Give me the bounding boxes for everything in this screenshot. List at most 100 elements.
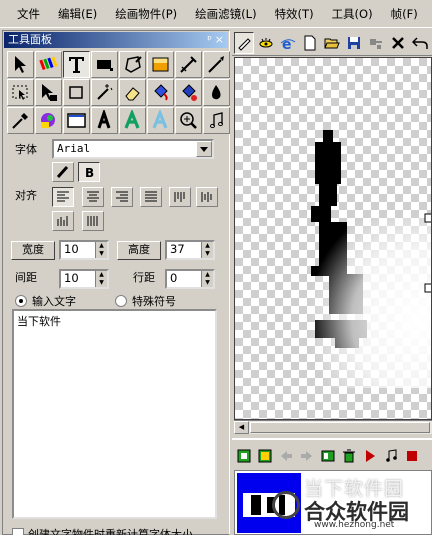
align-center-button[interactable] — [82, 187, 104, 207]
paint-bucket-tool[interactable] — [147, 79, 174, 106]
menu-frame[interactable]: 帧(F) — [382, 3, 427, 25]
vertical-bottom-button[interactable] — [52, 211, 74, 231]
width-spin-arrows[interactable]: ▲ ▼ — [95, 242, 107, 258]
justify-button[interactable] — [140, 187, 162, 207]
height-spin-arrows[interactable]: ▲ ▼ — [201, 242, 213, 258]
text-effect-tool[interactable] — [147, 107, 174, 134]
wand-tool[interactable] — [91, 79, 118, 106]
vertical-top-button[interactable] — [169, 187, 191, 207]
menu-file[interactable]: 文件 — [8, 3, 49, 25]
spacing-spin-arrows[interactable]: ▲ ▼ — [95, 271, 107, 287]
panel-title-bar: 工具面板 ᵖ × — [4, 32, 228, 48]
svg-text:B: B — [85, 166, 94, 179]
floppy-disk-icon — [348, 36, 360, 49]
vertical-lines-bottom-icon — [57, 216, 68, 226]
width-stepper[interactable]: 10 ▲ ▼ — [59, 240, 109, 260]
line-spacing-spin-arrows[interactable]: ▲ ▼ — [201, 271, 213, 287]
font-select[interactable]: Arial — [52, 139, 214, 159]
italic-toggle[interactable] — [52, 162, 74, 182]
next-frame-button[interactable] — [299, 448, 315, 464]
menu-effects[interactable]: 特效(T) — [266, 3, 323, 25]
text-input-content: 当下软件 — [17, 315, 61, 328]
zoom-tool[interactable] — [175, 107, 202, 134]
text-color-tool[interactable] — [119, 107, 146, 134]
close-icon[interactable]: × — [215, 32, 224, 48]
spacing-value: 10 — [64, 271, 79, 285]
fill-tool[interactable] — [147, 51, 174, 78]
pencil-button[interactable] — [234, 31, 254, 54]
radio-dot[interactable] — [115, 295, 127, 307]
eraser-tool[interactable] — [119, 79, 146, 106]
resize-handle[interactable] — [424, 213, 432, 223]
marquee-tool[interactable] — [7, 79, 34, 106]
frame-thumbnail[interactable] — [237, 473, 301, 533]
select-arrow-tool[interactable] — [7, 51, 34, 78]
new-file-icon — [304, 35, 316, 50]
delete-frame-button[interactable] — [341, 448, 357, 464]
height-button[interactable]: 高度 — [117, 241, 161, 260]
frame-strip — [234, 470, 432, 535]
preview-button[interactable] — [256, 32, 276, 54]
new-file-button[interactable] — [300, 32, 320, 54]
recalc-font-checkbox[interactable]: 创建文字物件时重新计算字体大小 — [12, 526, 193, 535]
width-button[interactable]: 宽度 — [11, 241, 55, 260]
horizontal-scrollbar[interactable]: ◀ — [234, 420, 432, 434]
frame-toolbar — [236, 448, 425, 464]
radio-dot-selected[interactable] — [15, 295, 27, 307]
resize-handle[interactable] — [424, 283, 432, 293]
color-tool[interactable] — [35, 107, 62, 134]
blur-tool[interactable] — [203, 79, 230, 106]
polygon-tool[interactable] — [119, 51, 146, 78]
menu-tools[interactable]: 工具(O) — [323, 3, 382, 25]
input-text-radio[interactable]: 输入文字 — [15, 293, 76, 309]
stop-button[interactable] — [404, 448, 420, 464]
menu-draw-objects[interactable]: 绘画物件(P) — [106, 3, 186, 25]
chevron-down-icon[interactable] — [196, 141, 212, 157]
music-note-icon — [386, 449, 397, 462]
height-stepper[interactable]: 37 ▲ ▼ — [165, 240, 215, 260]
undo-button[interactable] — [410, 32, 430, 54]
frame-tool[interactable] — [63, 107, 90, 134]
spacing-stepper[interactable]: 10 ▲ ▼ — [59, 269, 109, 289]
prev-frame-button[interactable] — [278, 448, 294, 464]
text-input-area[interactable]: 当下软件 — [12, 309, 217, 519]
rectangle-tool[interactable] — [91, 51, 118, 78]
menu-draw-filters[interactable]: 绘画滤镜(L) — [186, 3, 265, 25]
special-symbol-radio[interactable]: 特殊符号 — [115, 293, 176, 309]
eyedropper-tool[interactable] — [7, 107, 34, 134]
save-button[interactable] — [344, 32, 364, 54]
add-frame-button[interactable] — [236, 448, 252, 464]
pin-icon[interactable]: ᵖ — [207, 32, 212, 48]
move-tool[interactable] — [35, 79, 62, 106]
close-x-icon — [392, 36, 404, 49]
crop-tool[interactable] — [63, 79, 90, 106]
text-tool[interactable] — [63, 51, 90, 78]
scroll-left-icon[interactable]: ◀ — [234, 421, 249, 434]
align-right-button[interactable] — [111, 187, 133, 207]
frame-properties-button[interactable] — [320, 448, 336, 464]
vertical-justify-button[interactable] — [82, 211, 104, 231]
align-left-button[interactable] — [52, 187, 74, 207]
play-button[interactable] — [362, 448, 378, 464]
scrollbar-thumb[interactable] — [250, 422, 430, 433]
vertical-center-button[interactable] — [196, 187, 218, 207]
text-outline-tool[interactable] — [91, 107, 118, 134]
palette-tool[interactable] — [35, 51, 62, 78]
checkbox-box[interactable] — [12, 528, 24, 535]
brush-tool[interactable] — [203, 51, 230, 78]
sound-tool[interactable] — [203, 107, 230, 134]
open-file-button[interactable] — [322, 32, 342, 54]
duplicate-frame-button[interactable] — [257, 448, 273, 464]
line-tool[interactable] — [175, 51, 202, 78]
bold-toggle[interactable]: B — [78, 162, 100, 182]
menu-edit[interactable]: 编辑(E) — [49, 3, 106, 25]
line-spacing-stepper[interactable]: 0 ▲ ▼ — [165, 269, 215, 289]
letter-a-outline-icon — [97, 110, 111, 129]
sound-button[interactable] — [383, 448, 399, 464]
drawing-canvas[interactable] — [234, 57, 432, 420]
delete-button[interactable] — [388, 32, 408, 54]
insert-button[interactable] — [366, 32, 386, 54]
browser-preview-button[interactable]: e — [278, 32, 298, 54]
eye-icon — [259, 37, 273, 47]
color-replace-tool[interactable] — [175, 79, 202, 106]
